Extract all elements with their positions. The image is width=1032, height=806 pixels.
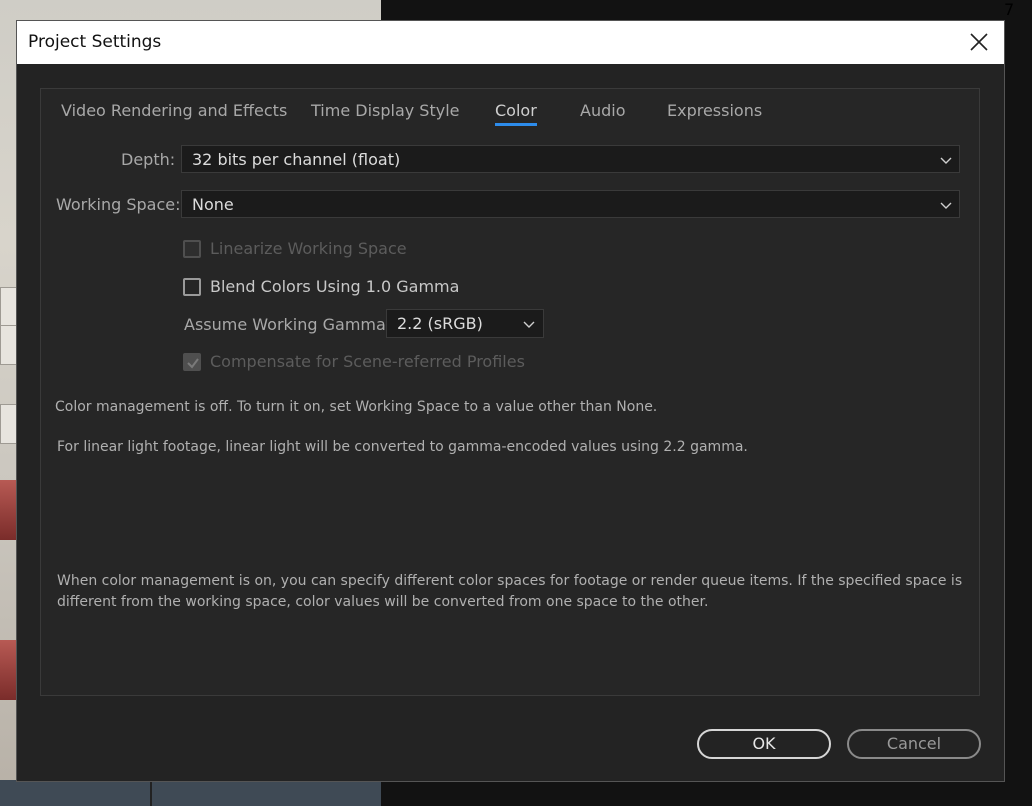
background-light	[0, 640, 18, 700]
project-settings-dialog: Project Settings Video Rendering and Eff…	[17, 21, 1004, 781]
close-icon[interactable]	[967, 30, 991, 54]
color-management-status-text: Color management is off. To turn it on, …	[55, 399, 658, 415]
dialog-title: Project Settings	[28, 32, 162, 52]
linear-light-info-text: For linear light footage, linear light w…	[57, 439, 748, 455]
depth-label: Depth:	[121, 150, 176, 169]
depth-value: 32 bits per channel (float)	[192, 150, 401, 169]
checkmark-icon	[187, 358, 199, 369]
checkbox-box	[183, 353, 201, 371]
chevron-down-icon	[940, 157, 952, 164]
depth-select[interactable]: 32 bits per channel (float)	[181, 145, 960, 173]
checkbox-label: Blend Colors Using 1.0 Gamma	[210, 277, 460, 296]
blend-colors-checkbox[interactable]: Blend Colors Using 1.0 Gamma	[183, 277, 483, 299]
color-spaces-info-text-line2: different from the working space, color …	[57, 594, 709, 610]
dialog-titlebar: Project Settings	[17, 21, 1004, 64]
background-digit: 7	[1004, 0, 1015, 19]
ok-button[interactable]: OK	[697, 729, 831, 759]
working-space-label: Working Space:	[56, 195, 181, 214]
tab-time-display-style[interactable]: Time Display Style	[311, 101, 460, 120]
working-space-value: None	[192, 195, 234, 214]
active-tab-indicator	[495, 123, 537, 126]
background-floor	[0, 780, 381, 806]
chevron-down-icon	[523, 321, 535, 328]
cancel-button[interactable]: Cancel	[847, 729, 981, 759]
linearize-working-space-checkbox[interactable]: Linearize Working Space	[183, 239, 443, 261]
background-light	[0, 480, 18, 540]
background-tile	[0, 287, 18, 327]
tab-color-label: Color	[495, 101, 537, 120]
checkbox-label: Linearize Working Space	[210, 239, 407, 258]
tab-audio[interactable]: Audio	[580, 101, 625, 120]
background-divider	[150, 780, 152, 806]
tab-expressions[interactable]: Expressions	[667, 101, 762, 120]
compensate-scene-referred-checkbox[interactable]: Compensate for Scene-referred Profiles	[183, 352, 543, 374]
color-spaces-info-text-line1: When color management is on, you can spe…	[57, 573, 963, 589]
checkbox-box	[183, 240, 201, 258]
chevron-down-icon	[940, 202, 952, 209]
background-tile	[0, 404, 18, 444]
gamma-select[interactable]: 2.2 (sRGB)	[386, 309, 544, 338]
working-space-select[interactable]: None	[181, 190, 960, 218]
background-tile	[0, 325, 18, 365]
tab-video-rendering[interactable]: Video Rendering and Effects	[61, 101, 287, 120]
checkbox-box	[183, 278, 201, 296]
checkbox-label: Compensate for Scene-referred Profiles	[210, 352, 525, 371]
gamma-value: 2.2 (sRGB)	[397, 314, 483, 333]
tab-color[interactable]: Color	[495, 101, 537, 126]
gamma-label: Assume Working Gamma:	[184, 315, 392, 334]
